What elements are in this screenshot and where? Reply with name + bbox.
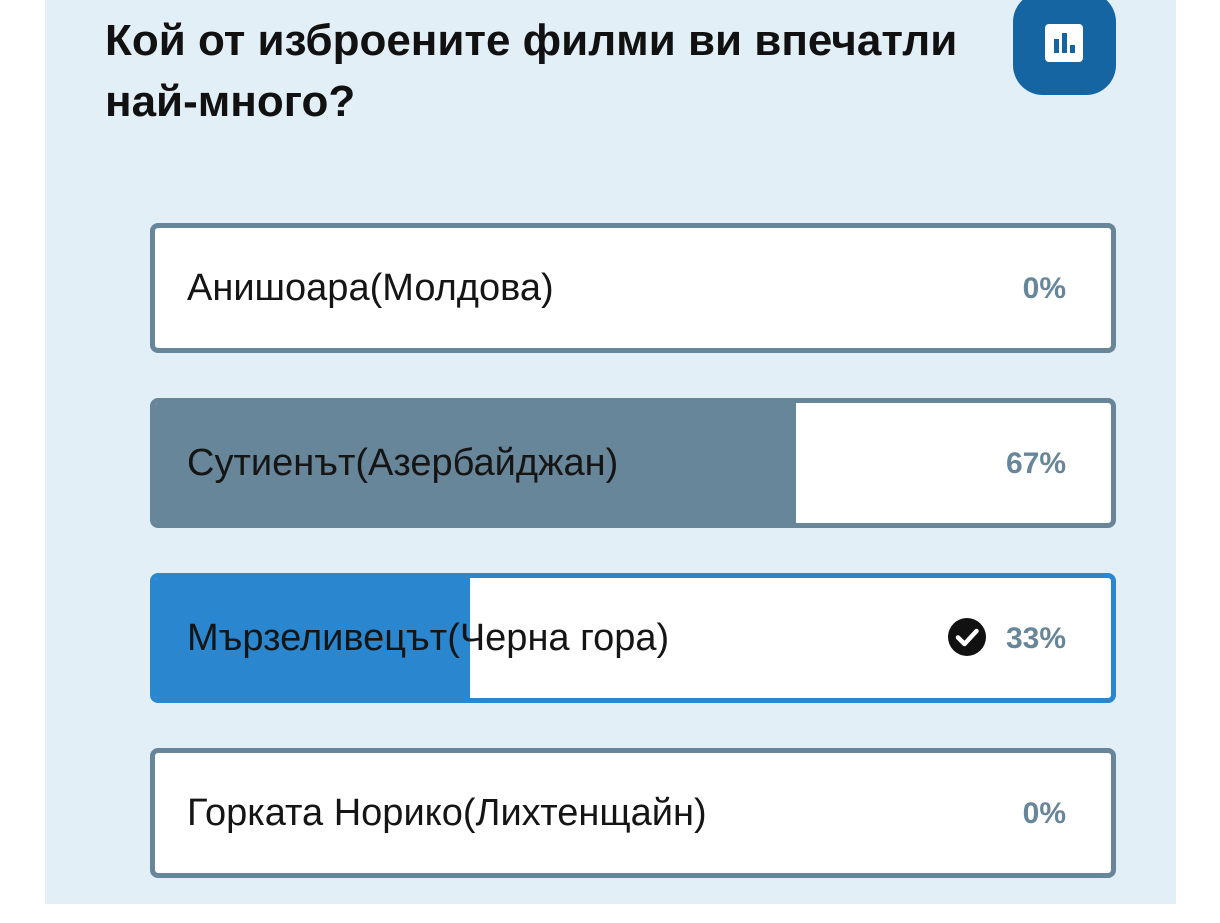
option-label: Сутиенът(Азербайджан) [187,442,619,484]
option-label: Горката Норико(Лихтенщайн) [187,792,707,834]
option-percent: 33% [1005,622,1066,655]
poll-card: Кой от изброените филми ви впечатли най-… [45,0,1176,904]
option-percent: 0% [1022,272,1066,305]
option-percent: 67% [1005,447,1066,480]
poll-option-selected[interactable]: Мързеливецът(Черна гора) 33% [150,573,1116,703]
poll-options: Анишоара(Молдова) 0% Сутиенът(Азербайджа… [150,223,1116,923]
results-button[interactable] [1013,0,1116,95]
option-label: Мързеливецът(Черна гора) [187,617,670,659]
poll-question: Кой от изброените филми ви впечатли най-… [105,16,958,126]
poll-option[interactable]: Анишоара(Молдова) 0% [150,223,1116,353]
poll-option[interactable]: Горката Норико(Лихтенщайн) 0% [150,748,1116,878]
bar-chart-icon [1045,24,1083,62]
check-circle-icon [948,618,986,656]
option-percent: 0% [1022,797,1066,830]
poll-option[interactable]: Сутиенът(Азербайджан) 67% [150,398,1116,528]
option-label: Анишоара(Молдова) [187,267,554,309]
